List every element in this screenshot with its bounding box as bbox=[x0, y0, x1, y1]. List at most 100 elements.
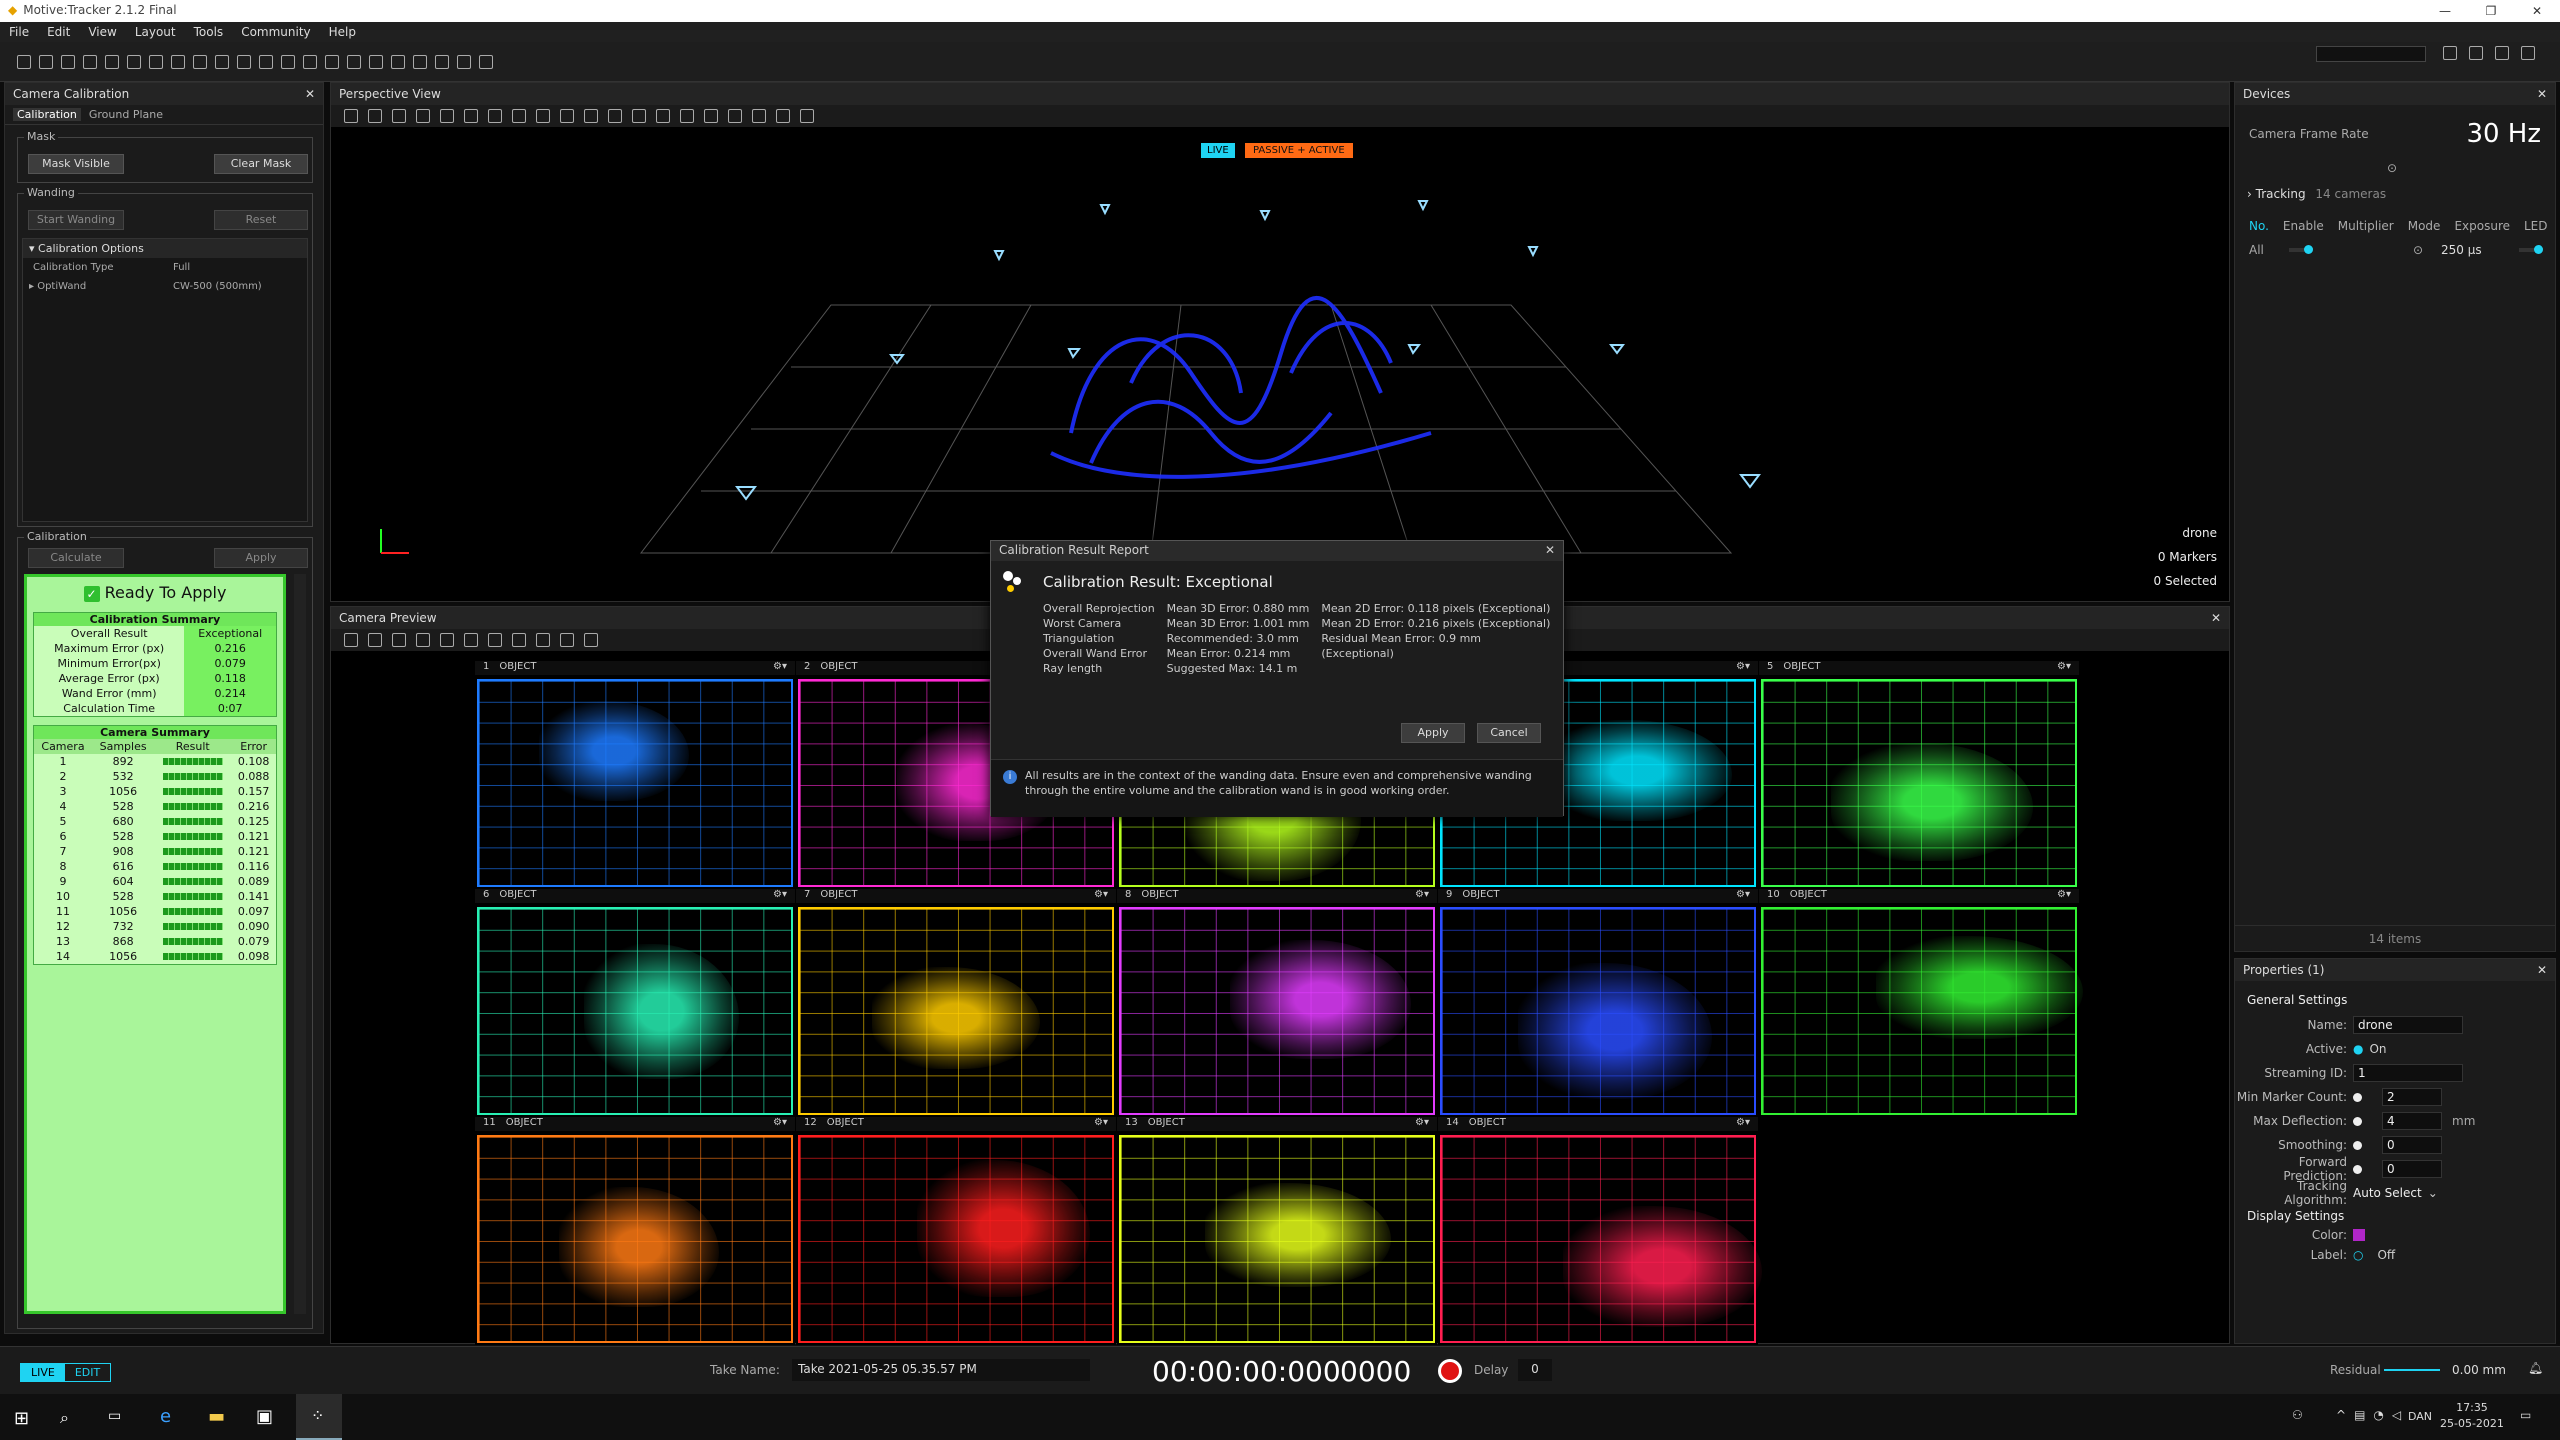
dialog-close-icon[interactable]: ✕ bbox=[1545, 543, 1555, 559]
close-properties-icon[interactable]: ✕ bbox=[2537, 963, 2547, 977]
layout-3-icon[interactable] bbox=[435, 55, 449, 69]
menu-layout[interactable]: Layout bbox=[126, 25, 185, 39]
layout-dropdown[interactable] bbox=[2316, 46, 2426, 62]
camera-gear-icon[interactable]: ⚙▾ bbox=[1094, 1117, 1108, 1131]
property-input[interactable]: drone bbox=[2353, 1016, 2463, 1034]
frame-2-icon[interactable] bbox=[656, 109, 670, 123]
search-icon[interactable]: ⌕ bbox=[60, 1408, 69, 1428]
slider-handle[interactable] bbox=[2353, 1164, 2362, 1174]
stream-icon[interactable] bbox=[369, 55, 383, 69]
active-toggle-icon[interactable]: ● bbox=[2353, 1042, 2363, 1056]
live-mode-button[interactable]: LIVE bbox=[21, 1364, 65, 1381]
markers-3-icon[interactable] bbox=[776, 109, 790, 123]
reset-button[interactable]: Reset bbox=[214, 210, 308, 230]
property-input[interactable]: 0 bbox=[2382, 1136, 2442, 1154]
new-project-icon[interactable] bbox=[17, 55, 31, 69]
camera-icon[interactable] bbox=[127, 55, 141, 69]
markers-icon[interactable] bbox=[728, 109, 742, 123]
tab-ground-plane[interactable]: Ground Plane bbox=[89, 108, 163, 121]
rotate-icon[interactable] bbox=[560, 109, 574, 123]
rigid-body-icon[interactable] bbox=[325, 55, 339, 69]
camera-view-7[interactable]: 7 OBJECT ⚙▾ bbox=[796, 889, 1116, 1117]
camera-gear-icon[interactable]: ⚙▾ bbox=[1736, 889, 1750, 903]
open-icon[interactable] bbox=[61, 55, 75, 69]
graph-icon[interactable] bbox=[347, 55, 361, 69]
dialog-cancel-button[interactable]: Cancel bbox=[1477, 723, 1541, 743]
eye-icon[interactable] bbox=[704, 109, 718, 123]
camera-view-1[interactable]: 1 OBJECT ⚙▾ bbox=[475, 661, 795, 889]
scale-icon[interactable] bbox=[584, 109, 598, 123]
panel-layout-1-icon[interactable] bbox=[2443, 46, 2457, 60]
list-icon[interactable] bbox=[215, 55, 229, 69]
frame-3-icon[interactable] bbox=[680, 109, 694, 123]
optiwand-label[interactable]: ▸ OptiWand bbox=[29, 281, 173, 292]
close-preview-icon[interactable]: ✕ bbox=[2211, 611, 2221, 625]
camera-view-5[interactable]: 5 OBJECT ⚙▾ bbox=[1759, 661, 2079, 889]
network-icon[interactable] bbox=[281, 55, 295, 69]
camera-view-9[interactable]: 9 OBJECT ⚙▾ bbox=[1438, 889, 1758, 1117]
zoom-fit-icon[interactable] bbox=[488, 109, 502, 123]
skeleton-icon[interactable] bbox=[259, 55, 273, 69]
chevron-up-icon[interactable]: ^ bbox=[2336, 1408, 2346, 1422]
motive-taskbar-icon[interactable]: ⁘ bbox=[296, 1394, 342, 1440]
markers-2-icon[interactable] bbox=[752, 109, 766, 123]
camera-gear-icon[interactable]: ⚙▾ bbox=[1415, 1117, 1429, 1131]
snapshot-icon[interactable] bbox=[392, 109, 406, 123]
expand-icon[interactable]: ⊙ bbox=[2387, 161, 2397, 175]
share-icon[interactable] bbox=[416, 109, 430, 123]
language-indicator[interactable]: DAN bbox=[2408, 1410, 2432, 1423]
camera-view-8[interactable]: 8 OBJECT ⚙▾ bbox=[1117, 889, 1437, 1117]
calibration-type-value[interactable]: Full bbox=[173, 262, 190, 273]
pointer-icon[interactable] bbox=[464, 633, 478, 647]
panel-layout-4-icon[interactable] bbox=[2521, 46, 2535, 60]
database-icon[interactable] bbox=[171, 55, 185, 69]
people-icon[interactable]: ⚇ bbox=[2292, 1408, 2303, 1422]
edit-mode-button[interactable]: EDIT bbox=[65, 1364, 110, 1381]
edge-icon[interactable]: e bbox=[160, 1406, 171, 1427]
residual-slider[interactable] bbox=[2384, 1369, 2440, 1371]
cube-icon[interactable] bbox=[368, 109, 382, 123]
local-icon[interactable] bbox=[608, 109, 622, 123]
property-input[interactable]: 1 bbox=[2353, 1064, 2463, 1082]
color-swatch[interactable] bbox=[2353, 1229, 2365, 1241]
slider-handle[interactable] bbox=[2353, 1140, 2362, 1150]
layout-2-icon[interactable] bbox=[413, 55, 427, 69]
layout-5-icon[interactable] bbox=[479, 55, 493, 69]
close-panel-icon[interactable]: ✕ bbox=[305, 87, 315, 101]
menu-file[interactable]: File bbox=[0, 25, 38, 39]
clear-mask-button[interactable]: Clear Mask bbox=[214, 154, 308, 174]
tab-calibration[interactable]: Calibration bbox=[13, 108, 81, 121]
camera-view-14[interactable]: 14 OBJECT ⚙▾ bbox=[1438, 1117, 1762, 1345]
wifi-icon[interactable]: ◔ bbox=[2373, 1408, 2383, 1422]
notification-bell-icon[interactable]: 🔔︎ bbox=[2528, 1361, 2543, 1375]
move-icon[interactable] bbox=[536, 109, 550, 123]
network-tray-icon[interactable]: ▤ bbox=[2354, 1408, 2365, 1422]
start-icon[interactable]: ⊞ bbox=[14, 1408, 29, 1429]
volume-icon[interactable]: ◁ bbox=[2392, 1408, 2401, 1422]
camera-gear-icon[interactable]: ⚙▾ bbox=[1415, 889, 1429, 903]
zoom-in-icon[interactable] bbox=[440, 109, 454, 123]
folder-icon[interactable]: ▬ bbox=[208, 1406, 225, 1427]
tracking-algorithm-select[interactable]: Auto Select bbox=[2353, 1186, 2422, 1200]
fit-icon[interactable] bbox=[416, 633, 430, 647]
grid-icon[interactable] bbox=[344, 109, 358, 123]
close-window-button[interactable]: ✕ bbox=[2514, 0, 2560, 22]
circle-mask-icon[interactable] bbox=[488, 633, 502, 647]
camera-view-12[interactable]: 12 OBJECT ⚙▾ bbox=[796, 1117, 1116, 1345]
task-view-icon[interactable]: ▭ bbox=[108, 1408, 121, 1424]
camera-gear-icon[interactable]: ⚙▾ bbox=[773, 661, 787, 675]
delay-input[interactable]: 0 bbox=[1518, 1359, 1552, 1381]
camera-gear-icon[interactable]: ⚙▾ bbox=[2057, 889, 2071, 903]
label-toggle[interactable]: ○ bbox=[2353, 1248, 2363, 1262]
camera-gear-icon[interactable]: ⚙▾ bbox=[1736, 1117, 1750, 1131]
minimize-button[interactable]: — bbox=[2422, 0, 2468, 22]
action-center-icon[interactable]: ▭ bbox=[2520, 1408, 2531, 1422]
start-wanding-button[interactable]: Start Wanding bbox=[28, 210, 124, 230]
menu-help[interactable]: Help bbox=[320, 25, 365, 39]
store-icon[interactable]: ▣ bbox=[256, 1406, 273, 1427]
eye-preview-icon[interactable] bbox=[584, 633, 598, 647]
tracking-group[interactable]: › Tracking 14 cameras bbox=[2247, 187, 2386, 201]
brush-icon[interactable] bbox=[536, 633, 550, 647]
property-input[interactable]: 4 bbox=[2382, 1112, 2442, 1130]
zoom-out-icon[interactable] bbox=[464, 109, 478, 123]
